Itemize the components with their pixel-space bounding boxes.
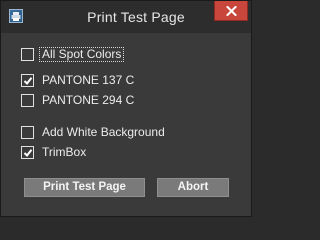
print-test-page-dialog: Print Test Page All Spot Colors PANTONE … bbox=[0, 0, 252, 217]
window-title: Print Test Page bbox=[87, 9, 185, 25]
add-white-background-label: Add White Background bbox=[42, 125, 165, 139]
trimbox-checkbox[interactable] bbox=[21, 145, 34, 159]
title-bar[interactable]: Print Test Page bbox=[1, 1, 251, 33]
pantone-294-label: PANTONE 294 C bbox=[42, 93, 135, 107]
dialog-content: All Spot Colors PANTONE 137 C PANTONE 29… bbox=[1, 33, 251, 216]
pantone-137-label: PANTONE 137 C bbox=[42, 73, 135, 87]
option-trimbox[interactable]: TrimBox bbox=[21, 144, 86, 160]
print-icon bbox=[9, 9, 23, 23]
pantone-294-checkbox[interactable] bbox=[21, 93, 34, 107]
close-button[interactable] bbox=[214, 1, 248, 21]
all-spot-colors-label: All Spot Colors bbox=[42, 47, 122, 61]
all-spot-colors-checkbox[interactable] bbox=[21, 47, 34, 61]
checkmark-icon bbox=[23, 148, 33, 157]
trimbox-label: TrimBox bbox=[42, 145, 87, 159]
add-white-background-checkbox[interactable] bbox=[21, 125, 34, 139]
checkmark-icon bbox=[23, 76, 33, 85]
focus-outline: All Spot Colors bbox=[39, 46, 125, 62]
pantone-137-checkbox[interactable] bbox=[21, 73, 34, 87]
print-test-page-button[interactable]: Print Test Page bbox=[24, 178, 145, 197]
option-add-white-background[interactable]: Add White Background bbox=[21, 124, 165, 140]
option-pantone-137[interactable]: PANTONE 137 C bbox=[21, 72, 134, 88]
option-all-spot-colors[interactable]: All Spot Colors bbox=[21, 46, 125, 62]
close-icon bbox=[226, 6, 237, 16]
option-pantone-294[interactable]: PANTONE 294 C bbox=[21, 92, 134, 108]
abort-button[interactable]: Abort bbox=[157, 178, 229, 197]
